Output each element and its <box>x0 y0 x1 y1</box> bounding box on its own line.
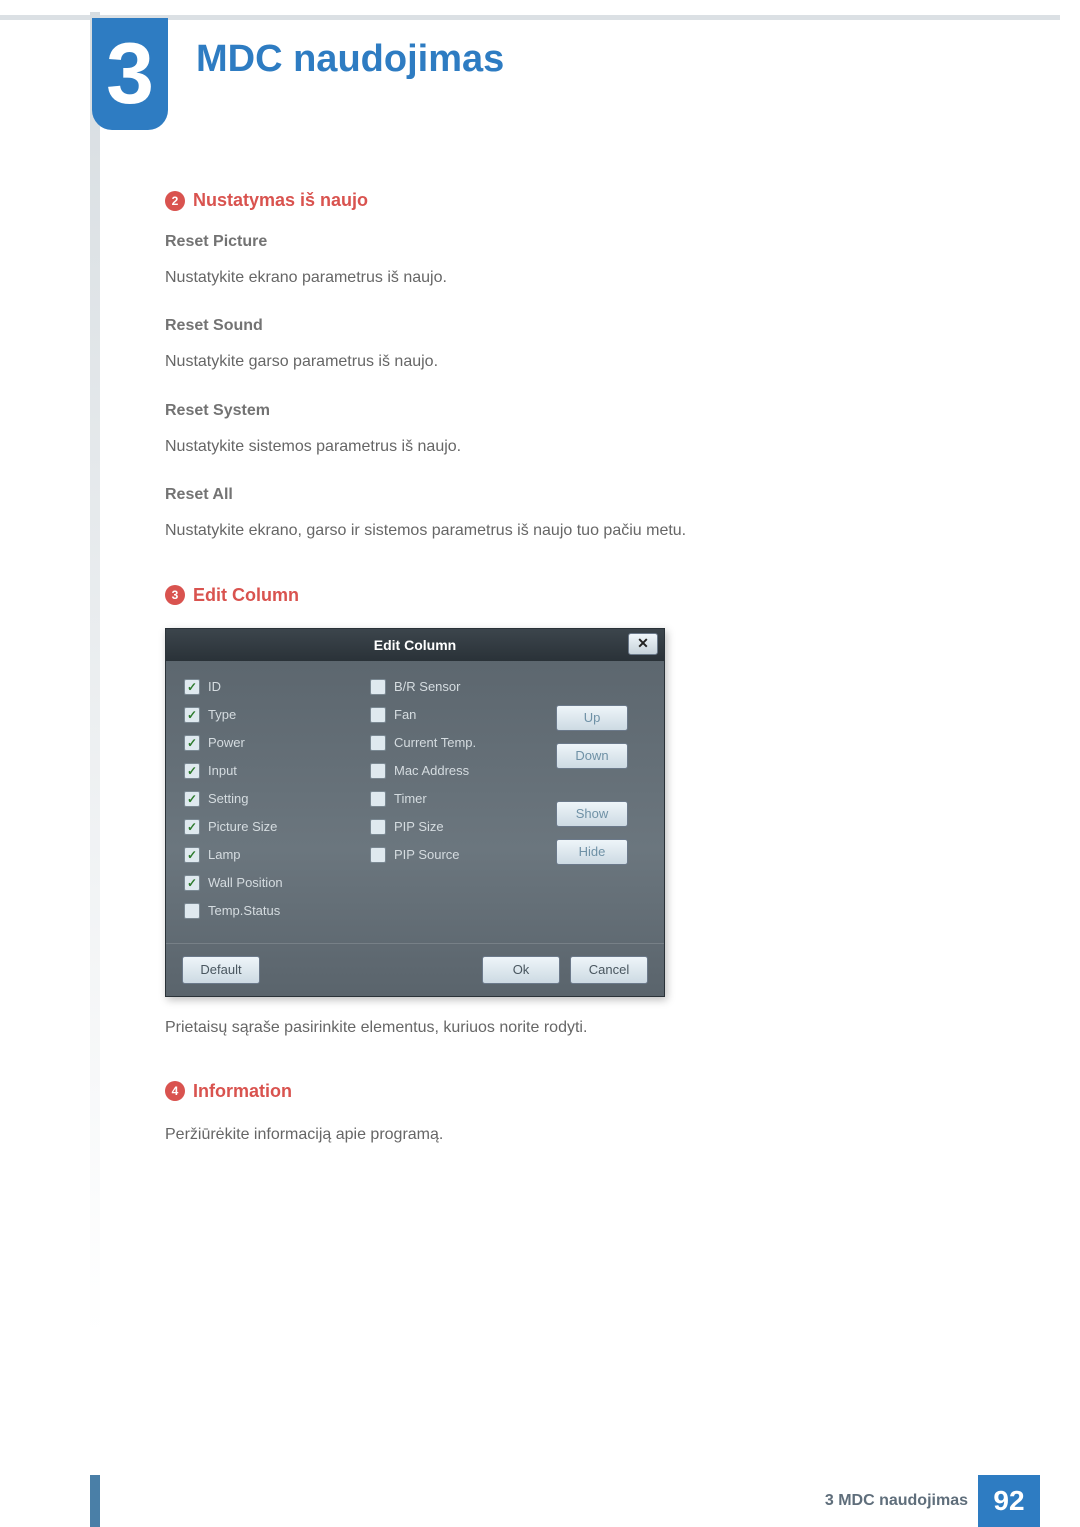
checkbox-icon <box>370 679 386 695</box>
close-button[interactable]: ✕ <box>628 633 658 655</box>
chapter-title: MDC naudojimas <box>196 38 504 81</box>
column-option[interactable]: B/R Sensor <box>370 679 548 695</box>
page-footer: 3 MDC naudojimas 92 <box>0 1475 1060 1527</box>
column-option-label: Input <box>208 763 237 778</box>
section-reset-heading: 2 Nustatymas iš naujo <box>165 190 965 211</box>
up-button[interactable]: Up <box>556 705 628 731</box>
section-number-3: 3 <box>165 585 185 605</box>
column-option[interactable]: ✓ Power <box>184 735 362 751</box>
column-option[interactable]: ✓ Type <box>184 707 362 723</box>
chapter-number-badge: 3 <box>92 18 168 130</box>
dialog-body: ✓ ID ✓ Type ✓ Power ✓ Input ✓ Setting ✓ Picture Siz… <box>166 661 664 943</box>
column-option-label: Power <box>208 735 245 750</box>
dialog-titlebar: Edit Column ✕ <box>166 629 664 661</box>
checkbox-checked-icon: ✓ <box>184 819 200 835</box>
column-option-label: PIP Source <box>394 847 460 862</box>
section-number-4: 4 <box>165 1081 185 1101</box>
reset-all-text: Nustatykite ekrano, garso ir sistemos pa… <box>165 520 965 542</box>
left-margin-stripe <box>90 12 100 1337</box>
cancel-button[interactable]: Cancel <box>570 956 648 984</box>
checkbox-icon <box>370 763 386 779</box>
information-text: Peržiūrėkite informaciją apie programą. <box>165 1124 965 1146</box>
checkbox-icon <box>370 707 386 723</box>
checkbox-checked-icon: ✓ <box>184 735 200 751</box>
column-option[interactable]: PIP Source <box>370 847 548 863</box>
column-option[interactable]: PIP Size <box>370 819 548 835</box>
edit-column-dialog: Edit Column ✕ ✓ ID ✓ Type ✓ Power ✓ Input ✓ Setti… <box>165 628 665 997</box>
section-reset-title: Nustatymas iš naujo <box>193 190 368 211</box>
checkbox-checked-icon: ✓ <box>184 791 200 807</box>
checkbox-checked-icon: ✓ <box>184 847 200 863</box>
footer-label: 3 MDC naudojimas <box>825 1492 968 1510</box>
columns-left: ✓ ID ✓ Type ✓ Power ✓ Input ✓ Setting ✓ Picture Siz… <box>184 679 362 931</box>
column-option[interactable]: ✓ Picture Size <box>184 819 362 835</box>
show-button[interactable]: Show <box>556 801 628 827</box>
checkbox-icon <box>370 735 386 751</box>
reset-picture-text: Nustatykite ekrano parametrus iš naujo. <box>165 267 965 289</box>
column-option[interactable]: ✓ Wall Position <box>184 875 362 891</box>
page-number: 92 <box>978 1475 1040 1527</box>
column-option[interactable]: ✓ Input <box>184 763 362 779</box>
checkbox-icon <box>370 847 386 863</box>
section-information-heading: 4 Information <box>165 1081 965 1102</box>
column-option-label: Current Temp. <box>394 735 476 750</box>
reset-system-text: Nustatykite sistemos parametrus iš naujo… <box>165 436 965 458</box>
section-number-2: 2 <box>165 191 185 211</box>
column-option[interactable]: ✓ Setting <box>184 791 362 807</box>
down-button[interactable]: Down <box>556 743 628 769</box>
column-option-label: PIP Size <box>394 819 444 834</box>
dialog-footer: Default Ok Cancel <box>166 943 664 996</box>
reset-sound-text: Nustatykite garso parametrus iš naujo. <box>165 351 965 373</box>
hide-button[interactable]: Hide <box>556 839 628 865</box>
reset-all-heading: Reset All <box>165 486 965 504</box>
reset-sound-heading: Reset Sound <box>165 317 965 335</box>
column-option[interactable]: ✓ ID <box>184 679 362 695</box>
column-option-label: Setting <box>208 791 248 806</box>
section-editcolumn-heading: 3 Edit Column <box>165 585 965 606</box>
edit-column-caption: Prietaisų sąraše pasirinkite elementus, … <box>165 1017 965 1039</box>
section-information-title: Information <box>193 1081 292 1102</box>
spacer <box>556 781 646 789</box>
column-option[interactable]: Temp.Status <box>184 903 362 919</box>
checkbox-icon <box>370 819 386 835</box>
column-option-label: Wall Position <box>208 875 283 890</box>
checkbox-checked-icon: ✓ <box>184 707 200 723</box>
column-option-label: Temp.Status <box>208 903 280 918</box>
column-option[interactable]: Fan <box>370 707 548 723</box>
column-option-label: Timer <box>394 791 427 806</box>
columns-right: B/R Sensor Fan Current Temp. Mac Address Tim… <box>370 679 548 931</box>
dialog-title: Edit Column <box>374 637 456 653</box>
column-option[interactable]: ✓ Lamp <box>184 847 362 863</box>
checkbox-icon <box>184 903 200 919</box>
column-option-label: Fan <box>394 707 416 722</box>
column-option[interactable]: Current Temp. <box>370 735 548 751</box>
side-buttons: Up Down Show Hide <box>556 679 646 931</box>
column-option-label: Mac Address <box>394 763 469 778</box>
column-option-label: Type <box>208 707 236 722</box>
reset-picture-heading: Reset Picture <box>165 233 965 251</box>
footer-left-accent <box>90 1475 100 1527</box>
checkbox-icon <box>370 791 386 807</box>
default-button[interactable]: Default <box>182 956 260 984</box>
page-content: 2 Nustatymas iš naujo Reset Picture Nust… <box>165 190 965 1174</box>
checkbox-checked-icon: ✓ <box>184 875 200 891</box>
column-option-label: B/R Sensor <box>394 679 460 694</box>
close-icon: ✕ <box>637 635 649 652</box>
ok-button[interactable]: Ok <box>482 956 560 984</box>
reset-system-heading: Reset System <box>165 402 965 420</box>
column-option-label: Picture Size <box>208 819 277 834</box>
checkbox-checked-icon: ✓ <box>184 679 200 695</box>
column-option-label: Lamp <box>208 847 241 862</box>
section-editcolumn-title: Edit Column <box>193 585 299 606</box>
column-option[interactable]: Mac Address <box>370 763 548 779</box>
checkbox-checked-icon: ✓ <box>184 763 200 779</box>
column-option-label: ID <box>208 679 221 694</box>
column-option[interactable]: Timer <box>370 791 548 807</box>
